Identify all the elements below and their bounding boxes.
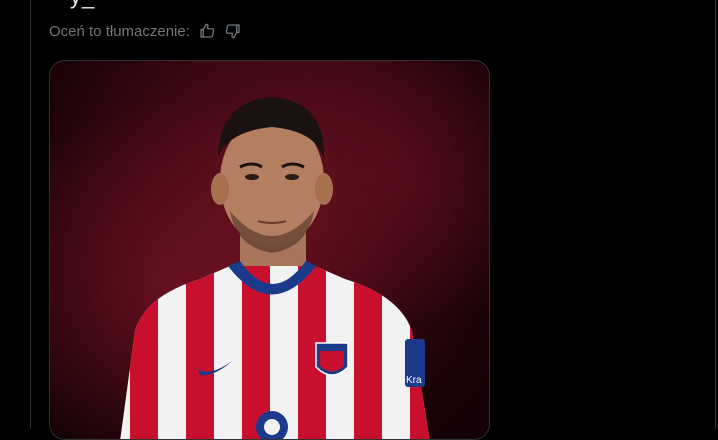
timeline-column: ~ y_ Oceń to tłumaczenie:: [30, 0, 716, 440]
rate-translation-label: Oceń to tłumaczenie:: [49, 22, 190, 40]
player-photo: Kra: [50, 61, 489, 439]
sleeve-sponsor-text: Kra: [406, 375, 422, 386]
thumbs-down-icon[interactable]: [224, 22, 242, 40]
rate-translation-row: Oceń to tłumaczenie:: [49, 22, 242, 40]
tweet-text-cutoff: ~ y_: [49, 0, 95, 10]
thumbs-up-icon[interactable]: [198, 22, 216, 40]
tweet-image[interactable]: Kra: [49, 60, 490, 440]
